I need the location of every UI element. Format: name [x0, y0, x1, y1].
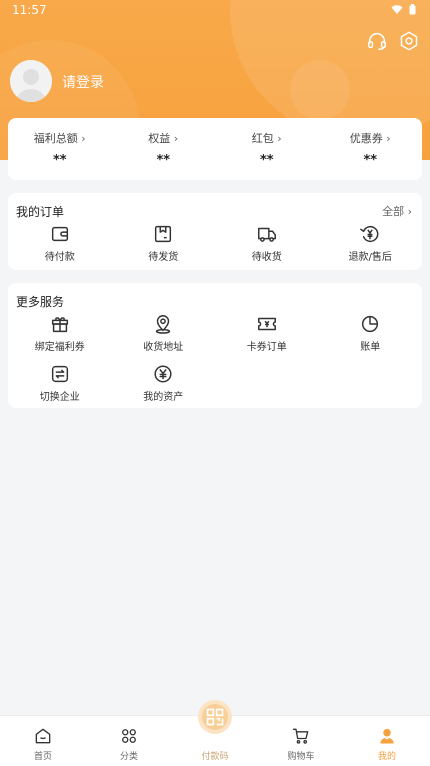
bottom-tab-bar: 首页 分类 付款码 购物车 我的 — [0, 700, 430, 766]
order-item-label: 待付款 — [44, 252, 75, 263]
stat-welfare-total[interactable]: 福利总额 ** — [8, 118, 112, 180]
tab-label: 购物车 — [287, 752, 315, 762]
order-status-grid: 待付款 待发货 待收货 退款/售后 — [8, 223, 422, 263]
service-label: 我的资产 — [143, 392, 184, 403]
category-icon — [122, 729, 136, 743]
truck-icon — [257, 227, 276, 242]
stat-value: ** — [52, 153, 67, 168]
tab-mine[interactable]: 我的 — [344, 716, 430, 766]
stat-coupons[interactable]: 优惠券 ** — [319, 118, 423, 180]
pie-chart-icon — [362, 315, 379, 333]
service-bind-coupon[interactable]: 绑定福利券 — [8, 313, 112, 353]
tab-label: 分类 — [119, 752, 138, 762]
stat-label: 权益 — [148, 130, 178, 146]
status-icons — [391, 4, 416, 15]
user-icon — [380, 728, 394, 744]
stat-value: ** — [156, 153, 171, 168]
stat-value: ** — [259, 153, 274, 168]
services-card: 更多服务 绑定福利券 收货地址 卡券订单 账单 切换企业 我的资产 — [8, 283, 422, 408]
default-avatar-icon — [10, 60, 52, 102]
box-icon — [155, 225, 172, 243]
service-ticket-orders[interactable]: 卡券订单 — [215, 313, 319, 353]
refund-icon — [360, 225, 379, 243]
avatar[interactable] — [10, 60, 52, 102]
service-label: 绑定福利券 — [34, 342, 85, 353]
service-label: 账单 — [360, 342, 381, 353]
tab-category[interactable]: 分类 — [86, 716, 172, 766]
tab-label: 付款码 — [201, 752, 229, 762]
payment-code-inner — [202, 704, 228, 730]
battery-icon — [409, 4, 416, 15]
ticket-icon — [257, 317, 276, 331]
order-item-label: 待收货 — [251, 252, 282, 263]
tab-payment-code[interactable]: 付款码 — [172, 700, 258, 766]
orders-title: 我的订单 — [16, 205, 65, 219]
service-switch-company[interactable]: 切换企业 — [8, 363, 112, 403]
services-grid: 绑定福利券 收货地址 卡券订单 账单 切换企业 我的资产 — [8, 313, 422, 403]
services-title: 更多服务 — [16, 295, 65, 309]
headset-icon[interactable] — [366, 30, 388, 52]
stat-label: 优惠券 — [350, 130, 391, 146]
tab-label: 首页 — [33, 752, 52, 762]
settings-icon[interactable] — [398, 30, 420, 52]
stats-card: 福利总额 ** 权益 ** 红包 ** 优惠券 ** — [8, 118, 422, 180]
wallet-icon — [51, 226, 68, 242]
location-icon — [156, 315, 171, 334]
switch-icon — [51, 365, 68, 383]
tab-cart[interactable]: 购物车 — [258, 716, 344, 766]
service-label: 卡券订单 — [246, 342, 287, 353]
orders-card: 我的订单 全部 › 待付款 待发货 待收货 退款/售后 — [8, 193, 422, 270]
tab-label: 我的 — [377, 752, 396, 762]
service-bills[interactable]: 账单 — [319, 313, 423, 353]
qr-code-icon — [206, 708, 224, 726]
stat-red-packet[interactable]: 红包 ** — [215, 118, 319, 180]
cart-icon — [292, 728, 309, 744]
stat-rights[interactable]: 权益 ** — [112, 118, 216, 180]
home-icon — [35, 728, 51, 744]
order-pending-payment[interactable]: 待付款 — [8, 223, 112, 263]
gift-icon — [51, 317, 68, 333]
status-bar: 11:57 — [0, 0, 430, 22]
wifi-icon — [391, 4, 403, 14]
header-actions — [366, 30, 420, 52]
stat-label: 福利总额 — [34, 130, 86, 146]
yuan-icon — [154, 365, 172, 383]
payment-code-button[interactable] — [198, 700, 232, 734]
orders-view-all-link[interactable]: 全部 › — [382, 203, 412, 219]
service-label: 切换企业 — [39, 392, 80, 403]
status-time: 11:57 — [12, 3, 47, 17]
order-pending-receipt[interactable]: 待收货 — [215, 223, 319, 263]
service-address[interactable]: 收货地址 — [112, 313, 216, 353]
service-label: 收货地址 — [143, 342, 184, 353]
header-decoration — [290, 60, 350, 120]
stat-label: 红包 — [252, 130, 282, 146]
order-item-label: 待发货 — [148, 252, 179, 263]
login-prompt[interactable]: 请登录 — [62, 72, 104, 92]
order-refund-aftersale[interactable]: 退款/售后 — [319, 223, 423, 263]
service-my-assets[interactable]: 我的资产 — [112, 363, 216, 403]
tab-home[interactable]: 首页 — [0, 716, 86, 766]
stat-value: ** — [363, 153, 378, 168]
order-item-label: 退款/售后 — [348, 252, 392, 263]
order-pending-shipment[interactable]: 待发货 — [112, 223, 216, 263]
